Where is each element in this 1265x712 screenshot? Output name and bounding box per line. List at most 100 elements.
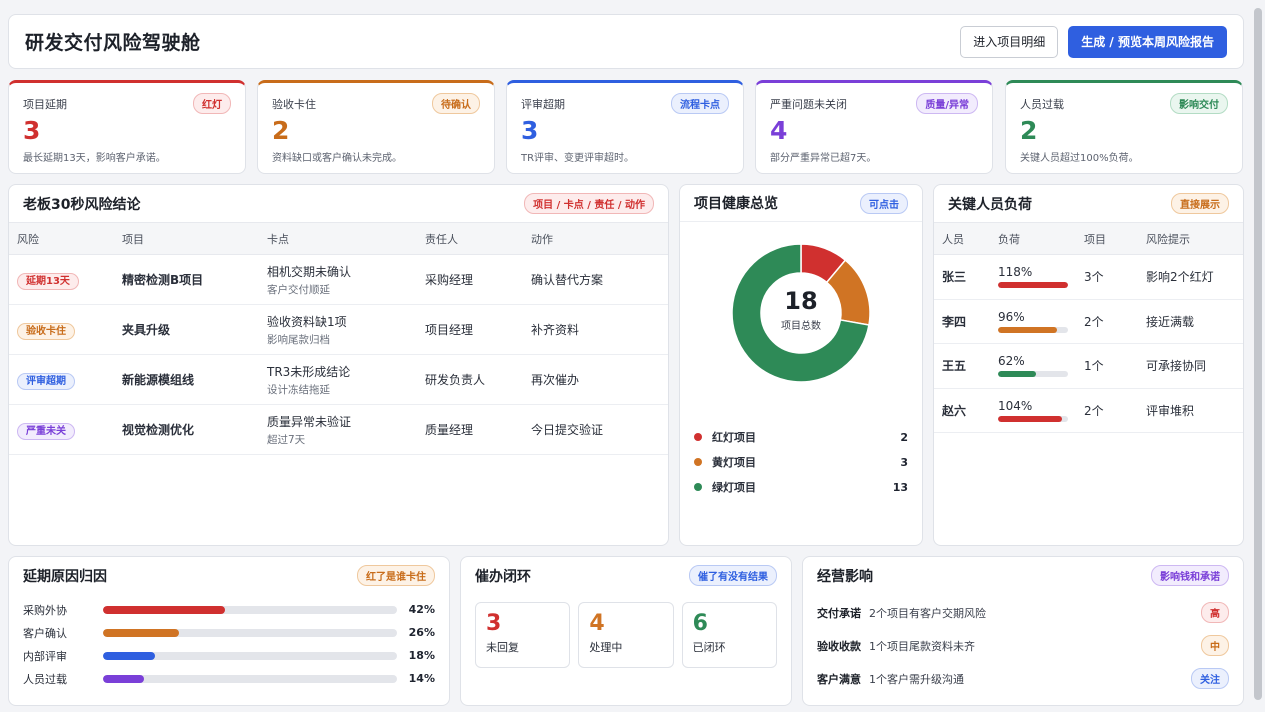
legend-name: 绿灯项目: [712, 481, 756, 494]
page-title: 研发交付风险驾驶舱: [25, 32, 201, 54]
impact-text: 2个项目有客户交期风险: [869, 606, 986, 620]
page-scrollbar[interactable]: [1253, 0, 1263, 712]
chase-in-progress[interactable]: 4 处理中: [578, 602, 674, 668]
legend-name: 黄灯项目: [712, 456, 756, 469]
panel-badge: 直接展示: [1171, 193, 1229, 214]
col-header: 人员: [934, 222, 990, 255]
table-row[interactable]: 延期13天 精密检测B项目 相机交期未确认 客户交付顺延 采购经理 确认替代方案: [9, 254, 668, 305]
legend-value: 13: [892, 480, 908, 494]
risk-conclusion-panel: 老板30秒风险结论 项目 / 卡点 / 责任 / 动作 风险 项目 卡点 责任人…: [8, 184, 669, 546]
impact-level: 高: [1201, 602, 1229, 623]
table-row[interactable]: 张三 118% 3个 影响2个红灯: [934, 254, 1243, 300]
table-row[interactable]: 验收卡住 夹具升级 验收资料缺1项 影响尾款归档 项目经理 补齐资料: [9, 304, 668, 355]
cause-bar-fill: [103, 674, 144, 683]
kpi-card-acceptance[interactable]: 验收卡住 待确认 2 资料缺口或客户确认未完成。: [257, 80, 495, 174]
table-row[interactable]: 王五 62% 1个 可承接协同: [934, 343, 1243, 389]
cause-bar: [103, 605, 397, 614]
impact-item[interactable]: 验收收款 1个项目尾款资料未齐 中: [803, 629, 1243, 662]
legend-dot: [694, 483, 702, 491]
cause-item[interactable]: 人员过载 14%: [9, 667, 449, 690]
cause-item[interactable]: 采购外协 42%: [9, 598, 449, 621]
project-name: 夹具升级: [114, 304, 259, 355]
load-bar: [998, 282, 1068, 289]
cause-item[interactable]: 内部评审 18%: [9, 644, 449, 667]
kpi-value: 3: [521, 116, 539, 145]
page-header: 研发交付风险驾驶舱 进入项目明细 生成 / 预览本周风险报告: [8, 14, 1244, 69]
panel-title: 关键人员负荷: [948, 196, 1032, 213]
chase-num: 3: [486, 611, 502, 636]
kpi-card-review[interactable]: 评审超期 流程卡点 3 TR评审、变更评审超时。: [506, 80, 744, 174]
scrollbar-thumb[interactable]: [1254, 8, 1262, 700]
kpi-label: 人员过载: [1020, 97, 1064, 111]
impact-item[interactable]: 客户满意 1个客户需升级沟通 关注: [803, 662, 1243, 695]
legend-value: 2: [900, 430, 908, 444]
impact-item[interactable]: 交付承诺 2个项目有客户交期风险 高: [803, 596, 1243, 629]
panel-title: 催办闭环: [475, 568, 531, 585]
risk-hint: 可承接协同: [1138, 343, 1243, 389]
panel-badge: 项目 / 卡点 / 责任 / 动作: [524, 193, 654, 214]
project-count: 2个: [1076, 388, 1138, 433]
legend-item-red[interactable]: 红灯项目 2: [694, 429, 908, 445]
block-point: 验收资料缺1项: [267, 314, 347, 329]
project-count: 3个: [1076, 254, 1138, 300]
kpi-label: 严重问题未关闭: [770, 97, 847, 111]
cause-pct: 42%: [408, 603, 435, 616]
cause-name: 内部评审: [23, 649, 67, 663]
person-name: 王五: [934, 343, 990, 389]
people-table: 人员 负荷 项目 风险提示 张三 118% 3个 影响2个红灯 李四 96% 2…: [934, 222, 1243, 433]
action: 确认替代方案: [523, 254, 668, 305]
cause-bar-fill: [103, 651, 156, 660]
action: 补齐资料: [523, 304, 668, 355]
kpi-card-issues[interactable]: 严重问题未关闭 质量/异常 4 部分严重异常已超7天。: [755, 80, 993, 174]
load-bar: [998, 371, 1068, 378]
kpi-badge: 质量/异常: [916, 93, 978, 114]
health-donut-chart[interactable]: 18 项目总数: [680, 229, 923, 399]
col-header: 风险: [9, 222, 114, 255]
kpi-card-overload[interactable]: 人员过载 影响交付 2 关键人员超过100%负荷。: [1005, 80, 1243, 174]
cause-name: 人员过载: [23, 672, 67, 686]
kpi-badge: 红灯: [193, 93, 231, 114]
kpi-desc: 部分严重异常已超7天。: [770, 153, 877, 164]
panel-badge[interactable]: 可点击: [860, 192, 908, 214]
owner: 项目经理: [417, 304, 523, 355]
person-name: 赵六: [934, 388, 990, 433]
owner: 质量经理: [417, 404, 523, 455]
table-row[interactable]: 评审超期 新能源模组线 TR3未形成结论 设计冻结拖延 研发负责人 再次催办: [9, 354, 668, 405]
cause-bar: [103, 651, 397, 660]
panel-title: 项目健康总览: [694, 196, 778, 212]
block-point: TR3未形成结论: [267, 364, 351, 379]
project-detail-button[interactable]: 进入项目明细: [960, 25, 1059, 58]
donut-total: 18: [784, 287, 817, 315]
chase-closure-panel: 催办闭环 催了有没有结果 3 未回复 4 处理中 6 已闭环: [460, 556, 792, 706]
kpi-desc: 资料缺口或客户确认未完成。: [272, 153, 402, 164]
legend-dot: [694, 458, 702, 466]
load-value: 104%: [998, 398, 1033, 413]
cause-item[interactable]: 客户确认 26%: [9, 621, 449, 644]
impact-key: 交付承诺: [817, 606, 861, 620]
kpi-label: 项目延期: [23, 97, 67, 111]
legend-item-yellow[interactable]: 黄灯项目 3: [694, 454, 908, 470]
chase-num: 4: [589, 611, 605, 636]
block-sub: 设计冻结拖延: [267, 383, 330, 396]
cause-pct: 26%: [408, 626, 435, 639]
chase-unreplied[interactable]: 3 未回复: [475, 602, 571, 668]
person-name: 张三: [934, 254, 990, 300]
table-row[interactable]: 赵六 104% 2个 评审堆积: [934, 388, 1243, 433]
kpi-card-delay[interactable]: 项目延期 红灯 3 最长延期13天，影响客户承诺。: [8, 80, 246, 174]
col-header: 动作: [523, 222, 668, 255]
generate-report-button[interactable]: 生成 / 预览本周风险报告: [1068, 25, 1227, 58]
legend-value: 3: [900, 455, 908, 469]
block-point: 相机交期未确认: [267, 264, 352, 279]
delay-causes-panel: 延期原因归因 红了是谁卡住 采购外协 42% 客户确认 26% 内部评审 18%…: [8, 556, 450, 706]
legend-item-green[interactable]: 绿灯项目 13: [694, 479, 908, 495]
impact-key: 验收收款: [817, 639, 861, 653]
impact-text: 1个项目尾款资料未齐: [869, 639, 975, 653]
action: 再次催办: [523, 354, 668, 405]
block-sub: 客户交付顺延: [267, 283, 330, 296]
table-row[interactable]: 李四 96% 2个 接近满载: [934, 299, 1243, 344]
impact-text: 1个客户需升级沟通: [869, 672, 964, 686]
chase-closed[interactable]: 6 已闭环: [681, 602, 777, 668]
cause-name: 客户确认: [23, 626, 67, 640]
cause-name: 采购外协: [23, 603, 67, 617]
table-row[interactable]: 严重未关 视觉检测优化 质量异常未验证 超过7天 质量经理 今日提交验证: [9, 404, 668, 455]
